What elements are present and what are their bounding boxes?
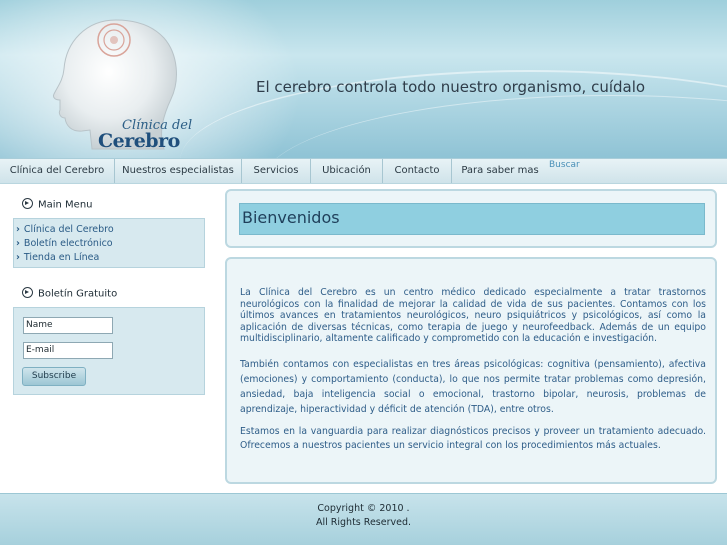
chevron-right-icon: › (16, 238, 20, 249)
subscribe-button[interactable]: Subscribe (22, 367, 86, 386)
nav-item-servicios[interactable]: Servicios (242, 159, 311, 183)
main-menu-box: › Clínica del Cerebro › Boletín electrónic… (13, 218, 205, 268)
arrow-circle-icon (22, 287, 33, 298)
page-title: Bienvenidos (242, 208, 340, 227)
nav-item-para-saber-mas[interactable]: Para saber mas (452, 159, 548, 183)
menu-link-tienda[interactable]: › Tienda en Línea (16, 252, 99, 263)
newsletter-box: Name E-mail Subscribe (13, 307, 205, 395)
content-panel: La Clínica del Cerebro es un centro médi… (225, 257, 717, 484)
footer: Copyright © 2010 . All Rights Reserved. (0, 493, 727, 545)
arrow-circle-icon (22, 198, 33, 209)
header: Clínica del Cerebro El cerebro controla … (0, 0, 727, 158)
paragraph-intro: La Clínica del Cerebro es un centro médi… (240, 287, 706, 344)
site-tagline: El cerebro controla todo nuestro organis… (256, 78, 646, 96)
menu-link-boletin[interactable]: › Boletín electrónico (16, 238, 113, 249)
welcome-panel: Bienvenidos (225, 189, 717, 248)
nav-item-especialistas[interactable]: Nuestros especialistas (115, 159, 242, 183)
email-field[interactable]: E-mail (23, 342, 113, 359)
main-menu-heading: Main Menu (22, 198, 93, 211)
chevron-right-icon: › (16, 252, 20, 263)
copyright-text: Copyright © 2010 . (317, 503, 410, 514)
rights-text: All Rights Reserved. (315, 517, 412, 528)
newsletter-heading: Boletín Gratuito (22, 287, 117, 300)
main-navigation: Clínica del Cerebro Nuestros especialist… (0, 158, 727, 184)
search-link[interactable]: Buscar (549, 160, 580, 170)
welcome-title-bar: Bienvenidos (239, 203, 705, 235)
nav-item-clinica[interactable]: Clínica del Cerebro (0, 159, 115, 183)
chevron-right-icon: › (16, 224, 20, 235)
menu-link-clinica[interactable]: › Clínica del Cerebro (16, 224, 114, 235)
paragraph-vanguardia: Estamos en la vanguardia para realizar d… (240, 426, 706, 451)
page: Clínica del Cerebro El cerebro controla … (0, 0, 727, 545)
name-field[interactable]: Name (23, 317, 113, 334)
paragraph-areas: También contamos con especialistas en tr… (240, 359, 706, 415)
nav-item-ubicacion[interactable]: Ubicación (311, 159, 383, 183)
nav-item-contacto[interactable]: Contacto (383, 159, 452, 183)
logo-title: Cerebro (98, 130, 180, 152)
